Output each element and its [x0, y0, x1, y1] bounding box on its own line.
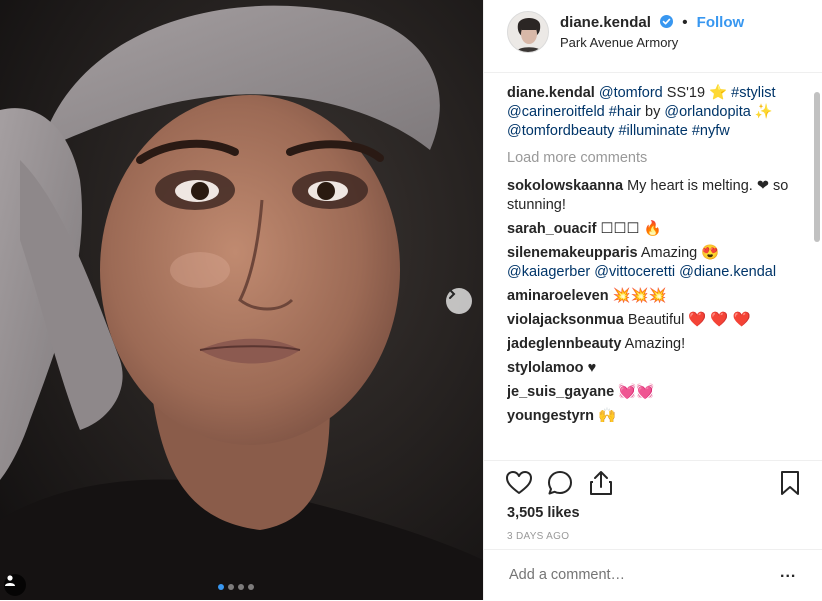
carousel-dot[interactable]	[238, 584, 244, 590]
hashtag-link[interactable]: #nyfw	[692, 123, 730, 139]
post-side-panel: diane.kendal • Follow Park Avenue Armory…	[483, 0, 822, 600]
caption-text: by	[641, 104, 661, 120]
heart-icon[interactable]	[505, 469, 533, 497]
comment-item: youngestyrn 🙌	[507, 407, 797, 426]
hashtag-link[interactable]: #hair	[609, 104, 641, 120]
comments-list: diane.kendal @tomford SS'19 ⭐ #stylist @…	[507, 84, 797, 458]
mention-link[interactable]: @diane.kendal	[679, 264, 776, 280]
mention-link[interactable]: @tomfordbeauty	[507, 123, 614, 139]
comment-item: stylolamoo ♥	[507, 359, 797, 378]
hashtag-link[interactable]: #stylist	[731, 85, 775, 101]
comment-username[interactable]: jadeglennbeauty	[507, 336, 621, 352]
comment-username[interactable]: sokolowskaanna	[507, 178, 623, 194]
comment-username[interactable]: aminaroeleven	[507, 288, 609, 304]
chevron-right-icon	[449, 289, 456, 299]
header-separator: •	[682, 14, 688, 31]
load-more-comments-button[interactable]: Load more comments	[507, 149, 797, 168]
mention-link[interactable]: @orlandopita	[664, 104, 750, 120]
comment-username[interactable]: sarah_ouacif	[507, 221, 596, 237]
mention-link[interactable]: @kaiagerber	[507, 264, 590, 280]
caption-text: ✨	[750, 104, 773, 120]
caption-username[interactable]: diane.kendal	[507, 85, 595, 101]
carousel-dot[interactable]	[218, 584, 224, 590]
carousel-next-button[interactable]	[446, 288, 472, 314]
comment-username[interactable]: youngestyrn	[507, 408, 594, 424]
comments-scrollbar[interactable]	[814, 92, 820, 242]
share-icon[interactable]	[587, 469, 615, 497]
mention-link[interactable]: @carineroitfeld	[507, 104, 605, 120]
comment-text: Amazing 😍	[640, 245, 720, 261]
avatar-image	[508, 12, 548, 52]
bookmark-icon[interactable]	[776, 469, 804, 497]
comment-text: Beautiful ❤️ ❤️ ❤️	[627, 312, 751, 328]
add-comment-input[interactable]	[507, 566, 698, 584]
header-username[interactable]: diane.kendal	[560, 14, 651, 31]
comment-username[interactable]: stylolamoo	[507, 360, 584, 376]
hashtag-link[interactable]: #illuminate	[618, 123, 687, 139]
carousel-dot[interactable]	[248, 584, 254, 590]
tagged-users-button[interactable]	[4, 574, 26, 596]
likes-count[interactable]: 3,505 likes	[507, 505, 580, 521]
comment-text: ♥	[587, 360, 597, 376]
comment-text: Amazing!	[624, 336, 686, 352]
comment-username[interactable]: silenemakeupparis	[507, 245, 638, 261]
instagram-post-viewer: diane.kendal • Follow Park Avenue Armory…	[0, 0, 822, 600]
carousel-dots	[218, 584, 254, 590]
more-options-button[interactable]: ...	[780, 564, 796, 582]
verified-badge-icon	[660, 15, 674, 28]
comment-icon[interactable]	[546, 469, 574, 497]
comment-item: je_suis_gayane 💓💓	[507, 383, 797, 402]
comment-text: 💥💥💥	[612, 288, 667, 304]
comment-text: 💓💓	[618, 384, 655, 400]
avatar[interactable]	[507, 11, 549, 53]
comment-text: 🙌	[598, 408, 617, 424]
header-row: diane.kendal • Follow	[560, 14, 744, 31]
comment-username[interactable]: violajacksonmua	[507, 312, 624, 328]
comment-item: sarah_ouacif ☐☐☐ 🔥	[507, 220, 797, 239]
comment-text: ☐☐☐ 🔥	[600, 221, 662, 237]
post-header: diane.kendal • Follow Park Avenue Armory	[484, 0, 822, 73]
follow-button[interactable]: Follow	[697, 14, 745, 31]
comment-item: sokolowskaanna My heart is melting. ❤ so…	[507, 177, 797, 215]
portrait-illustration	[0, 0, 483, 600]
location-link[interactable]: Park Avenue Armory	[560, 35, 678, 50]
action-bar: 3,505 likes 3 DAYS AGO	[484, 460, 822, 549]
comment-username[interactable]: je_suis_gayane	[507, 384, 614, 400]
comment-item: violajacksonmua Beautiful ❤️ ❤️ ❤️	[507, 311, 797, 330]
caption-text: SS'19 ⭐	[662, 85, 728, 101]
carousel-dot[interactable]	[228, 584, 234, 590]
comment-item: jadeglennbeauty Amazing!	[507, 335, 797, 354]
caption: diane.kendal @tomford SS'19 ⭐ #stylist @…	[507, 84, 797, 141]
post-photo[interactable]	[0, 0, 483, 600]
person-icon	[5, 575, 15, 586]
mention-link[interactable]: @vittoceretti	[594, 264, 675, 280]
mention-link[interactable]: @tomford	[599, 85, 663, 101]
post-timestamp[interactable]: 3 DAYS AGO	[507, 531, 569, 542]
add-comment-bar: ...	[484, 549, 822, 601]
comment-item: silenemakeupparis Amazing 😍 @kaiagerber …	[507, 244, 797, 282]
comment-item: aminaroeleven 💥💥💥	[507, 287, 797, 306]
